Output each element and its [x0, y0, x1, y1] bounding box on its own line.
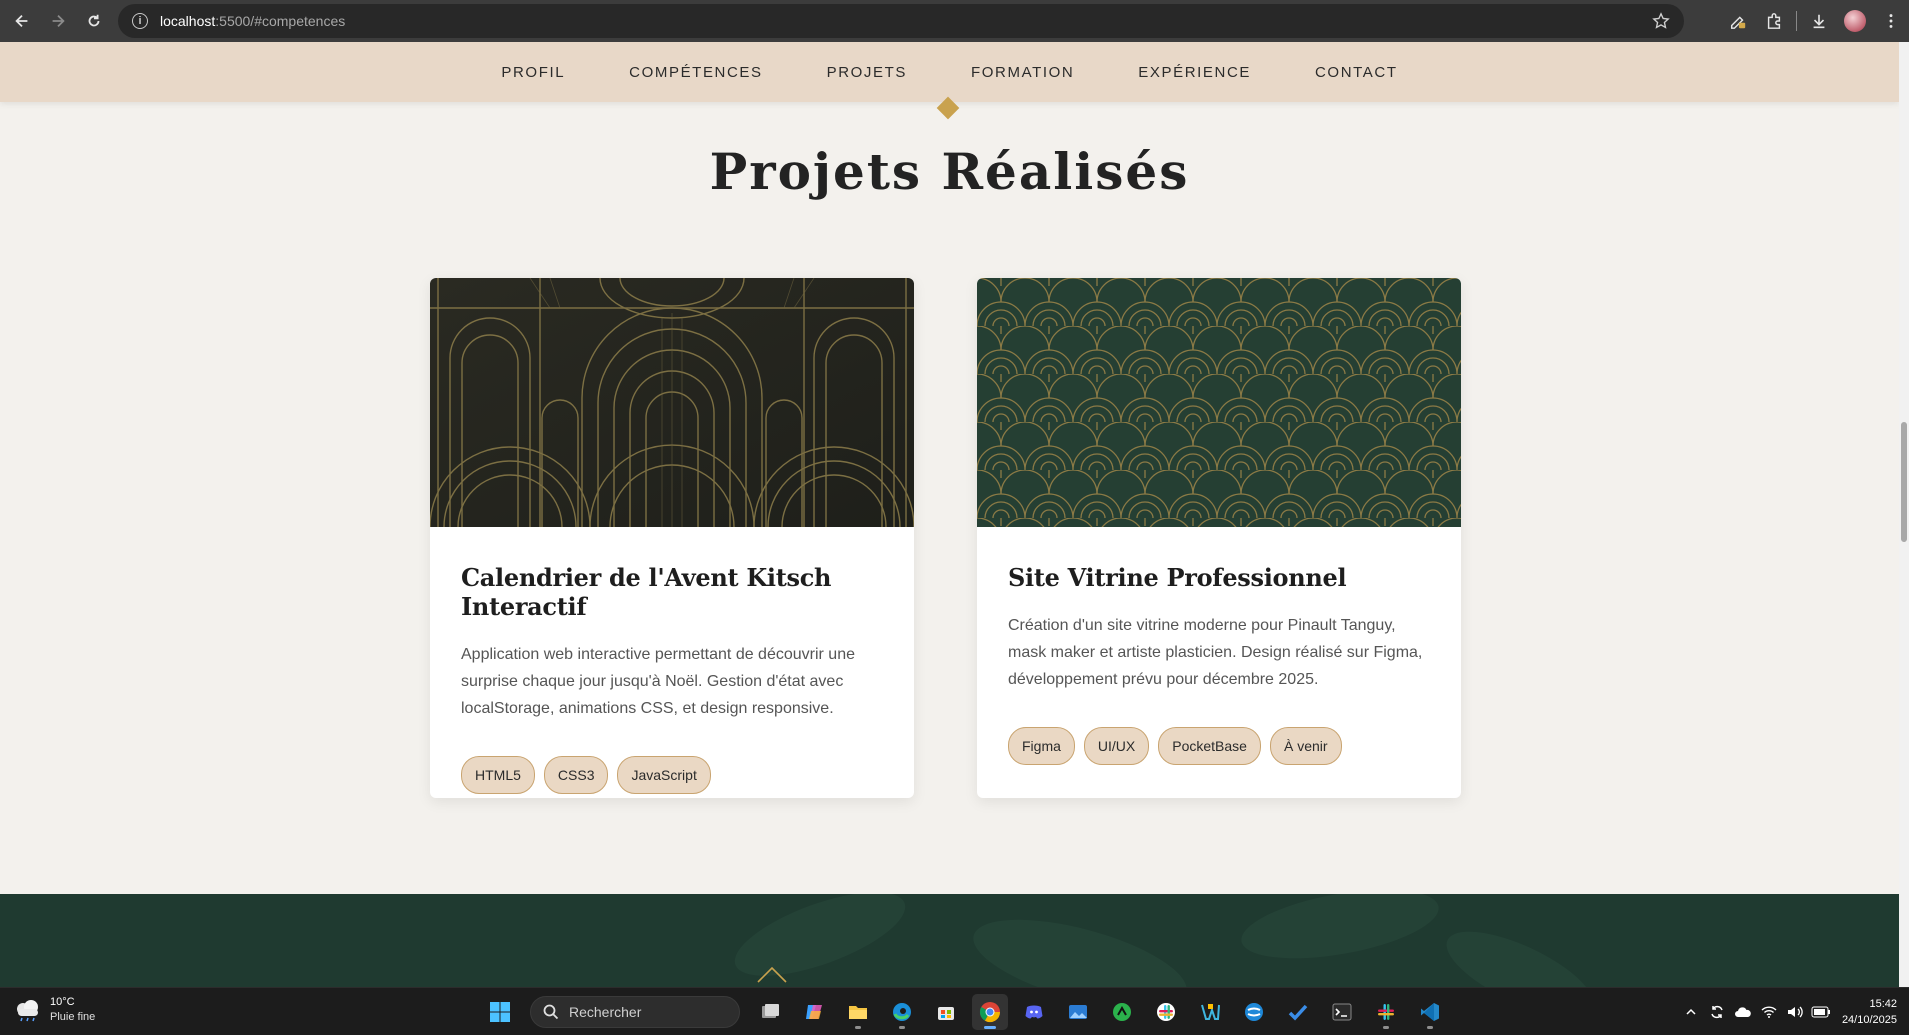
clock-date: 24/10/2025: [1841, 1014, 1897, 1026]
forward-icon[interactable]: [44, 7, 72, 35]
chrome-icon[interactable]: [972, 994, 1008, 1030]
bookmark-star-icon[interactable]: [1652, 12, 1670, 30]
taskbar-search[interactable]: Rechercher: [530, 996, 740, 1028]
photos-icon[interactable]: [1060, 994, 1096, 1030]
windows-start-icon[interactable]: [482, 994, 518, 1030]
chevron-up-icon[interactable]: [1678, 988, 1704, 1035]
url-host: localhost: [160, 13, 216, 29]
system-tray: 15:42 24/10/2025: [1678, 988, 1909, 1035]
store-icon[interactable]: [928, 994, 964, 1030]
weather-temp: 10°C: [50, 996, 75, 1008]
browser-toolbar: i localhost:5500/#competences: [0, 0, 1909, 42]
download-icon[interactable]: [1801, 0, 1837, 42]
clock-time: 15:42: [1869, 998, 1897, 1010]
tag-list: HTML5 CSS3 JavaScript: [461, 756, 883, 794]
menu-icon[interactable]: [1873, 0, 1909, 42]
nav-contact[interactable]: CONTACT: [1315, 64, 1398, 81]
edit-extension-icon[interactable]: [1720, 0, 1756, 42]
system-clock[interactable]: 15:42 24/10/2025: [1842, 996, 1897, 1028]
project-card: Calendrier de l'Avent Kitsch Interactif …: [430, 278, 914, 798]
taskbar-apps: Rechercher: [478, 994, 1452, 1030]
sync-icon[interactable]: [1704, 988, 1730, 1035]
search-icon: [543, 1004, 559, 1020]
edge-browser-icon[interactable]: [884, 994, 920, 1030]
nav-formation[interactable]: FORMATION: [971, 64, 1074, 81]
task-view-icon[interactable]: [752, 994, 788, 1030]
vscode-icon[interactable]: [1412, 994, 1448, 1030]
feedly-icon[interactable]: [1104, 994, 1140, 1030]
next-section-band: [0, 894, 1899, 987]
profile-avatar[interactable]: [1837, 0, 1873, 42]
nav-profil[interactable]: PROFIL: [501, 64, 565, 81]
back-icon[interactable]: [8, 7, 36, 35]
reload-icon[interactable]: [80, 7, 108, 35]
page-viewport: PROFIL COMPÉTENCES PROJETS FORMATION EXP…: [0, 42, 1899, 987]
toolbar-divider: [1796, 11, 1797, 31]
tag: JavaScript: [617, 756, 711, 794]
chevron-up-icon: [757, 966, 787, 983]
url-text[interactable]: localhost:5500/#competences: [160, 13, 345, 29]
project-title: Calendrier de l'Avent Kitsch Interactif: [461, 563, 832, 621]
project-description: Création d'un site vitrine moderne pour …: [1008, 617, 1423, 688]
onedrive-icon[interactable]: [1730, 988, 1756, 1035]
slack-icon[interactable]: [1148, 994, 1184, 1030]
discord-icon[interactable]: [1016, 994, 1052, 1030]
volume-icon[interactable]: [1782, 988, 1808, 1035]
tag: PocketBase: [1158, 727, 1261, 765]
leaf-background-pattern: [734, 894, 1594, 987]
scrollbar-thumb[interactable]: [1901, 422, 1907, 542]
nav-projets[interactable]: PROJETS: [827, 64, 907, 81]
extensions-icon[interactable]: [1756, 0, 1792, 42]
search-placeholder: Rechercher: [569, 1004, 642, 1020]
fan-scale-pattern-image: [977, 278, 1461, 527]
tag: HTML5: [461, 756, 535, 794]
file-explorer-icon[interactable]: [840, 994, 876, 1030]
code-editor-icon[interactable]: [1192, 994, 1228, 1030]
url-path: :5500/#competences: [215, 13, 346, 29]
cloud-rain-icon: [17, 1000, 38, 1022]
nav-competences[interactable]: COMPÉTENCES: [629, 64, 762, 81]
address-bar[interactable]: i localhost:5500/#competences: [118, 4, 1684, 38]
tag: À venir: [1269, 727, 1342, 765]
tag: CSS3: [543, 756, 609, 794]
project-title: Site Vitrine Professionnel: [1008, 563, 1347, 592]
site-info-icon[interactable]: i: [132, 13, 148, 29]
tag: UI/UX: [1083, 727, 1150, 765]
weather-condition: Pluie fine: [50, 1011, 96, 1023]
project-card: Site Vitrine Professionnel Création d'un…: [977, 278, 1461, 798]
nav-experience[interactable]: EXPÉRIENCE: [1138, 64, 1251, 81]
terminal-icon[interactable]: [1324, 994, 1360, 1030]
page-scrollbar[interactable]: [1899, 42, 1909, 987]
windows-taskbar: 10°C Pluie fine Rechercher 15:42 24/10/2…: [0, 987, 1909, 1035]
todo-check-icon[interactable]: [1280, 994, 1316, 1030]
copilot-icon[interactable]: [796, 994, 832, 1030]
toolbar-right: [1720, 0, 1909, 42]
section-title: Projets Réalisés: [709, 142, 1190, 201]
battery-icon[interactable]: [1808, 988, 1834, 1035]
art-deco-pattern-image: [430, 278, 914, 527]
project-description: Application web interactive permettant d…: [461, 646, 855, 717]
slack-second-icon[interactable]: [1368, 994, 1404, 1030]
wifi-icon[interactable]: [1756, 988, 1782, 1035]
tag: Figma: [1008, 727, 1075, 765]
tag-list: Figma UI/UX PocketBase À venir: [1008, 727, 1430, 765]
teams-like-app-icon[interactable]: [1236, 994, 1272, 1030]
weather-widget[interactable]: 10°C Pluie fine: [12, 995, 95, 1025]
site-navbar: PROFIL COMPÉTENCES PROJETS FORMATION EXP…: [0, 42, 1899, 102]
